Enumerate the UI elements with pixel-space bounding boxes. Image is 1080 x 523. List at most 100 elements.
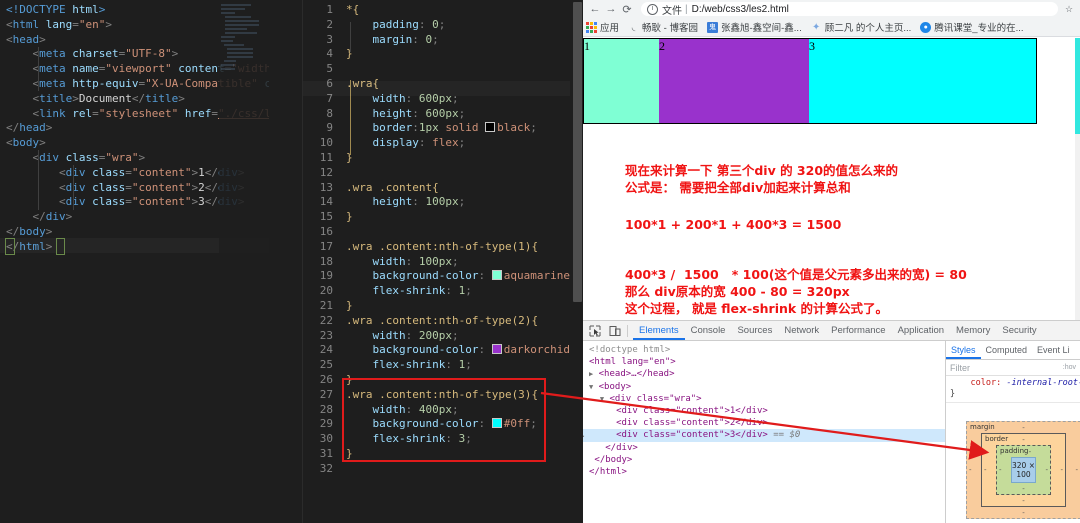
dom-selected-marker: == $0 [773,430,800,440]
style-rule: color: -internal-root-c } [946,376,1080,403]
styles-tabbar: Styles Computed Event Li [946,341,1080,360]
screenshot-root: <!DOCTYPE html> <html lang="en"> <head> … [0,0,1080,523]
hov-toggle[interactable]: :hov [1063,364,1076,371]
vscode-window: <!DOCTYPE html> <html lang="en"> <head> … [0,0,583,523]
border-left-value[interactable]: - [984,466,987,474]
tab-styles[interactable]: Styles [946,342,981,359]
border-top-value[interactable]: - [1022,436,1025,444]
toolbar-divider [627,325,628,337]
back-icon[interactable]: ← [587,1,603,17]
dom-row: ▶ <head>…</head> [589,368,945,380]
dom-row: <div class="content">1</div> [589,405,945,417]
omnibox-prefix: 文件 [662,2,682,16]
padding-bottom-value[interactable]: - [1022,485,1025,493]
bookmark-zhangxinxu[interactable]: 鬼 张鑫旭-鑫空间-鑫... [707,20,802,34]
cnblogs-icon: ◟ [628,22,639,33]
padding-top-value[interactable]: - [1029,448,1032,456]
border-bottom-value[interactable]: - [1022,497,1025,505]
tencent-icon: ● [920,22,931,33]
tab-performance[interactable]: Performance [825,321,891,340]
html-scrollbar[interactable] [269,0,283,523]
tab-computed[interactable]: Computed [981,342,1033,359]
address-bar[interactable]: i 文件 | D:/web/css3/les2.html [641,2,1058,16]
tab-application[interactable]: Application [892,321,950,340]
tab-console[interactable]: Console [685,321,732,340]
page-scrollbar[interactable] [1075,38,1080,320]
dom-row-selected[interactable]: … <div class="content">3</div> == $0 [583,429,945,441]
style-rule-close: } [950,389,955,399]
bookmark-label: 张鑫旭-鑫空间-鑫... [721,20,802,34]
bookmark-label: 应用 [600,20,619,34]
bookmark-apps[interactable]: 应用 [586,20,619,34]
diamond-icon: ✦ [811,22,822,33]
omnibox-separator: | [685,4,688,15]
padding-left-value[interactable]: - [999,466,1002,474]
dom-row: </div> [589,442,945,454]
tab-elements[interactable]: Elements [633,321,685,340]
bookmarks-bar: 应用 ◟ 畅耿 - 博客园 鬼 张鑫旭-鑫空间-鑫... ✦ 顾二凡 的个人主页… [583,18,1080,37]
page-viewport: 1 2 3 现在来计算一下 第三个div 的 320的值怎么来的 公式是： 需要… [583,38,1080,320]
bookmark-guerfan[interactable]: ✦ 顾二凡 的个人主页... [811,20,912,34]
html-editor-pane[interactable]: <!DOCTYPE html> <html lang="en"> <head> … [0,0,283,523]
margin-top-value[interactable]: - [1022,424,1025,432]
tab-sources[interactable]: Sources [731,321,778,340]
dom-row: ▼ <div class="wra"> [589,393,945,405]
border-right-value[interactable]: - [1060,466,1063,474]
note-line-1: 现在来计算一下 第三个div 的 320的值怎么来的 公式是： 需要把全部div… [625,162,898,196]
content-div-2: 2 [659,39,809,123]
note-line-2: 100*1 + 200*1 + 400*3 = 1500 [625,216,841,233]
device-toolbar-icon[interactable] [606,322,623,339]
reload-icon[interactable]: ⟳ [619,1,635,17]
bookmark-label: 腾讯课堂_专业的在... [934,20,1023,34]
tab-memory[interactable]: Memory [950,321,996,340]
margin-left-value[interactable]: - [969,466,972,474]
dom-content-2[interactable]: <div class="content">2</div> [616,418,768,428]
dom-row: <div class="content">2</div> [589,417,945,429]
html-minimap[interactable] [219,0,269,523]
chrome-browser-window: ← → ⟳ i 文件 | D:/web/css3/les2.html ☆ 应用 … [583,0,1080,523]
css-scrollbar[interactable] [570,0,583,523]
note-line-3: 400*3 / 1500 * 100(这个值是父元素多出来的宽) = 80 那么… [625,266,967,317]
bookmark-cnblogs[interactable]: ◟ 畅耿 - 博客园 [628,20,698,34]
box-model-content-size[interactable]: 320 × 100 [1011,457,1036,483]
dom-content-1[interactable]: <div class="content">1</div> [616,406,768,416]
styles-filter-row[interactable]: Filter :hov [946,360,1080,376]
bookmark-label: 顾二凡 的个人主页... [825,20,912,34]
forward-icon[interactable]: → [603,1,619,17]
dom-head[interactable]: <head>…</head> [599,369,675,379]
border-label: border [985,435,1008,443]
dom-row: <!doctype html> [589,344,945,356]
bookmark-label: 畅耿 - 博客园 [642,20,698,34]
margin-right-value[interactable]: - [1075,466,1078,474]
dom-tree[interactable]: <!doctype html><html lang="en">▶ <head>…… [583,341,945,523]
star-icon[interactable]: ☆ [1062,2,1076,16]
styles-filter-input[interactable]: Filter [950,363,970,373]
omnibox-url: D:/web/css3/les2.html [692,4,789,15]
overflow-badge[interactable]: … [583,429,584,441]
devtools-panel: Elements Console Sources Network Perform… [583,320,1080,523]
styles-sidebar: Styles Computed Event Li Filter :hov col… [945,341,1080,523]
margin-label: margin [970,423,995,431]
tab-security[interactable]: Security [996,321,1042,340]
content-div-1: 1 [584,39,659,123]
info-circle-icon[interactable]: i [647,4,658,15]
text-cursor [5,238,15,255]
dom-doctype: <!doctype html> [589,345,670,355]
margin-bottom-value[interactable]: - [1022,509,1025,517]
bracket-match [56,238,65,255]
browser-toolbar: ← → ⟳ i 文件 | D:/web/css3/les2.html ☆ [583,0,1080,18]
dom-row: </html> [589,466,945,478]
dom-wra-open[interactable]: <div class="wra"> [609,394,701,404]
tab-event-listeners[interactable]: Event Li [1032,342,1075,359]
dom-row: </body> [589,454,945,466]
bookmark-tencent-ke[interactable]: ● 腾讯课堂_专业的在... [920,20,1023,34]
inspect-element-icon[interactable] [586,322,603,339]
dom-html-close: </html> [589,467,627,477]
style-prop: color: [970,378,1001,388]
padding-right-value[interactable]: - [1045,466,1048,474]
dom-content-3[interactable]: <div class="content">3</div> [616,430,768,440]
css-editor-pane[interactable]: 1*{ 2 padding: 0; 3 margin: 0; 4} 5 6.wr… [302,0,583,523]
tab-network[interactable]: Network [778,321,825,340]
padding-label: padding [1000,447,1028,455]
dom-body-open[interactable]: <body> [599,382,632,392]
